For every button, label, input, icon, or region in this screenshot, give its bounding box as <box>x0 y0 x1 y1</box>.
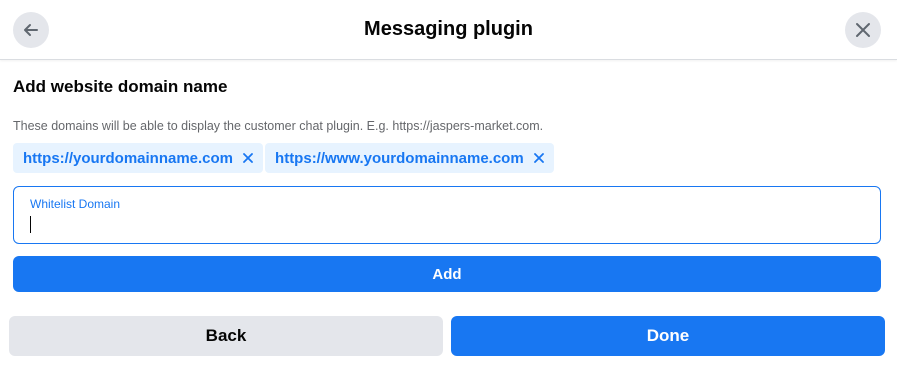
close-icon <box>533 153 544 163</box>
dialog-header: Messaging plugin <box>0 0 897 60</box>
domain-chip-label: https://yourdomainname.com <box>23 149 234 167</box>
messaging-plugin-dialog: Messaging plugin Add website domain name… <box>0 0 897 370</box>
domain-chip[interactable]: https://www.yourdomainname.com <box>265 143 554 173</box>
whitelist-domain-input[interactable] <box>29 214 849 236</box>
whitelist-domain-label: Whitelist Domain <box>30 197 121 211</box>
done-button[interactable]: Done <box>451 316 885 356</box>
text-caret <box>30 216 31 233</box>
whitelist-domain-field[interactable]: Whitelist Domain <box>13 186 881 244</box>
domain-chip-label: https://www.yourdomainname.com <box>275 149 524 167</box>
close-icon <box>243 153 253 163</box>
section-title: Add website domain name <box>13 77 228 96</box>
close-icon <box>856 23 870 37</box>
helper-text: These domains will be able to display th… <box>13 119 544 133</box>
add-button[interactable]: Add <box>13 256 881 292</box>
dialog-title: Messaging plugin <box>364 18 533 40</box>
domain-chip[interactable]: https://yourdomainname.com <box>13 143 264 173</box>
close-button[interactable] <box>845 12 881 48</box>
domain-chip-list: https://yourdomainname.com https://www.y… <box>13 143 556 173</box>
back-button[interactable]: Back <box>9 316 443 356</box>
remove-domain-button[interactable] <box>243 153 253 163</box>
remove-domain-button[interactable] <box>533 153 544 163</box>
